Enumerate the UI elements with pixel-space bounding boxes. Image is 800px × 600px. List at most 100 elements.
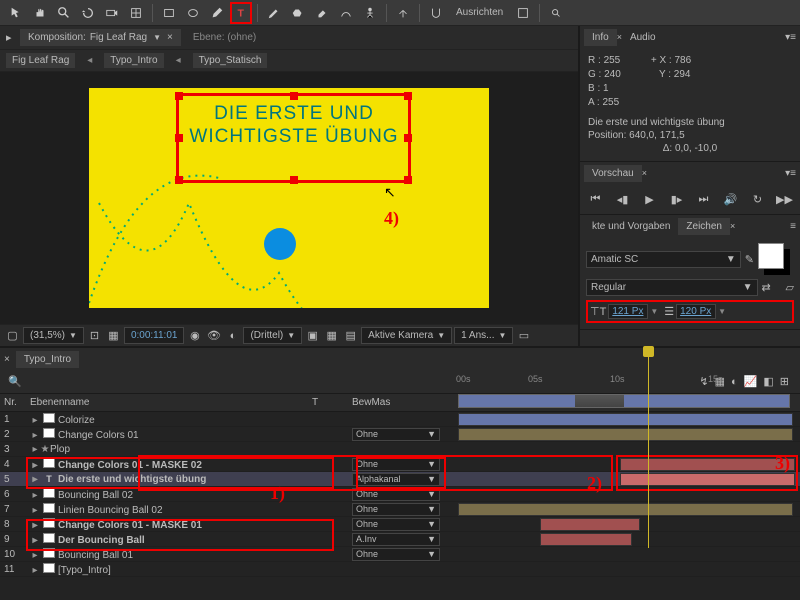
comp-panel-header: ▸ Komposition: Fig Leaf Rag ▼ × Ebene: (… — [0, 26, 578, 50]
composition-viewer[interactable]: DIE ERSTE UND WICHTIGSTE ÜBUNG ↖ 4) — [0, 72, 578, 324]
zoom-dropdown[interactable]: (31,5%)▼ — [23, 327, 84, 344]
blend-mode-dropdown[interactable]: Ohne▼ — [352, 428, 440, 441]
swap-colors-icon[interactable]: ⇄ — [762, 281, 782, 294]
next-frame-icon[interactable]: ▮▸ — [668, 190, 686, 208]
panel-menu-icon[interactable]: ≡ — [790, 221, 796, 232]
zoom-tool-icon[interactable] — [53, 2, 75, 24]
magnify-icon[interactable]: ▢ — [4, 327, 21, 344]
panel-menu-icon[interactable]: ▾≡ — [785, 168, 796, 179]
playhead[interactable] — [648, 348, 649, 548]
layer-name: Change Colors 01 — [58, 430, 139, 441]
layer-name: Bouncing Ball 01 — [58, 550, 133, 561]
timecode[interactable]: 0:00:11:01 — [124, 327, 185, 344]
font-size-input[interactable]: 121 Px — [608, 304, 648, 319]
snap-icon[interactable] — [425, 2, 447, 24]
chevron-left-icon[interactable]: ◂ — [170, 53, 187, 68]
info-panel: R : 255 G : 240 B : 1 A : 255 + X : 786 … — [580, 48, 800, 161]
text-selection-frame: ↖ — [176, 93, 411, 183]
panel-menu-icon[interactable]: ▾≡ — [785, 32, 796, 43]
guides-icon[interactable]: ▤ — [342, 327, 359, 344]
comp-name: Fig Leaf Rag — [90, 32, 147, 43]
panel-menu-icon[interactable]: ▸ — [6, 31, 20, 44]
bouncing-ball — [264, 228, 296, 260]
first-frame-icon[interactable]: ⏮ — [587, 190, 605, 208]
no-fill-icon[interactable]: ▱ — [786, 281, 794, 294]
layer-viewer-label: Ebene: (ohne) — [193, 32, 256, 43]
tab-audio[interactable]: Audio — [622, 29, 664, 46]
blend-mode-dropdown[interactable]: Ohne▼ — [352, 503, 440, 516]
tab-character[interactable]: Zeichen — [678, 218, 730, 235]
prev-frame-icon[interactable]: ◂▮ — [614, 190, 632, 208]
tab-info[interactable]: Info — [584, 29, 617, 46]
selection-tool-icon[interactable] — [5, 2, 27, 24]
pan-behind-tool-icon[interactable] — [125, 2, 147, 24]
svg-text:T: T — [238, 7, 245, 19]
tab-preview[interactable]: Vorschau — [584, 165, 642, 182]
puppet-tool-icon[interactable] — [359, 2, 381, 24]
eyedropper-icon[interactable]: ✎ — [745, 253, 754, 266]
channel-icon[interactable]: ◐ — [224, 327, 241, 344]
info-position: Position: 640,0, 171,5 — [588, 129, 792, 142]
blend-mode-dropdown[interactable]: Ohne▼ — [352, 548, 440, 561]
audio-icon[interactable]: 🔊 — [722, 190, 740, 208]
leading-icon: ☰ — [664, 305, 674, 318]
comp-tab[interactable]: Komposition: Fig Leaf Rag ▼ × — [20, 29, 181, 46]
blend-mode-dropdown[interactable]: A.Inv▼ — [352, 533, 440, 546]
camera-tool-icon[interactable] — [101, 2, 123, 24]
timeline-tab[interactable]: Typo_Intro — [16, 351, 79, 368]
resolution-dropdown[interactable]: (Drittel)▼ — [243, 327, 302, 344]
snap-toggle-icon[interactable] — [512, 2, 534, 24]
type-tool-icon[interactable]: T — [230, 2, 252, 24]
ram-preview-icon[interactable]: ▶▶ — [776, 190, 794, 208]
local-axis-icon[interactable] — [392, 2, 414, 24]
close-icon[interactable]: × — [4, 354, 10, 365]
blend-mode-dropdown[interactable]: Ohne▼ — [352, 518, 440, 531]
snapshot-icon[interactable]: ◉ — [186, 327, 203, 344]
crumb-2[interactable]: Typo_Statisch — [193, 53, 268, 68]
font-style-dropdown[interactable]: Regular▼ — [586, 279, 758, 296]
crumb-0[interactable]: Fig Leaf Rag — [6, 53, 75, 68]
crumb-1[interactable]: Typo_Intro — [104, 53, 163, 68]
hand-tool-icon[interactable] — [29, 2, 51, 24]
views-dropdown[interactable]: 1 Ans...▼ — [454, 327, 513, 344]
layer-name: Plop — [50, 444, 70, 455]
rotate-tool-icon[interactable] — [77, 2, 99, 24]
preview-panel: ⏮ ◂▮ ▶ ▮▸ ⏭ 🔊 ↻ ▶▶ — [580, 184, 800, 214]
chevron-left-icon[interactable]: ◂ — [81, 53, 98, 68]
layer-overview-bar[interactable] — [458, 394, 790, 408]
play-icon[interactable]: ▶ — [641, 190, 659, 208]
character-panel: Amatic SC▼ ✎ Regular▼ ⇄ ▱ ⊤T 121 Px — [580, 237, 800, 329]
search-layers-icon[interactable]: 🔍 — [8, 375, 22, 388]
info-layer-name: Die erste und wichtigste übung — [588, 116, 792, 129]
roto-tool-icon[interactable] — [335, 2, 357, 24]
pixel-aspect-icon[interactable]: ▭ — [515, 327, 532, 344]
brush-tool-icon[interactable] — [263, 2, 285, 24]
tab-presets[interactable]: kte und Vorgaben — [584, 218, 678, 235]
loop-icon[interactable]: ↻ — [749, 190, 767, 208]
camera-dropdown[interactable]: Aktive Kamera▼ — [361, 327, 452, 344]
roi-icon[interactable]: ▣ — [304, 327, 321, 344]
close-icon[interactable]: × — [642, 168, 647, 178]
layer-name: Bouncing Ball 02 — [58, 490, 133, 501]
canvas[interactable]: DIE ERSTE UND WICHTIGSTE ÜBUNG ↖ 4) — [89, 88, 489, 308]
rect-tool-icon[interactable] — [158, 2, 180, 24]
search-icon[interactable] — [545, 2, 567, 24]
layer-row[interactable]: 11▸[Typo_Intro] — [0, 562, 800, 577]
close-icon[interactable]: × — [167, 32, 173, 43]
grid-icon[interactable]: ▦ — [323, 327, 340, 344]
resolution-icon[interactable]: ⊡ — [86, 327, 103, 344]
info-delta: Δ: 0,0, -10,0 — [588, 142, 792, 155]
cursor-icon: ↖ — [384, 184, 396, 201]
transparency-icon[interactable]: ▦ — [105, 327, 122, 344]
pen-tool-icon[interactable] — [206, 2, 228, 24]
clone-tool-icon[interactable] — [287, 2, 309, 24]
time-ruler[interactable]: 00s 05s 10s 15s — [448, 370, 800, 394]
last-frame-icon[interactable]: ⏭ — [695, 190, 713, 208]
font-family-dropdown[interactable]: Amatic SC▼ — [586, 251, 741, 268]
eraser-tool-icon[interactable] — [311, 2, 333, 24]
leading-input[interactable]: 120 Px — [676, 304, 716, 319]
viewer-footer: ▢ (31,5%)▼ ⊡ ▦ 0:00:11:01 ◉ 👁 ◐ (Drittel… — [0, 324, 578, 346]
ellipse-tool-icon[interactable] — [182, 2, 204, 24]
show-snapshot-icon[interactable]: 👁 — [205, 327, 222, 344]
close-icon[interactable]: × — [730, 221, 735, 231]
